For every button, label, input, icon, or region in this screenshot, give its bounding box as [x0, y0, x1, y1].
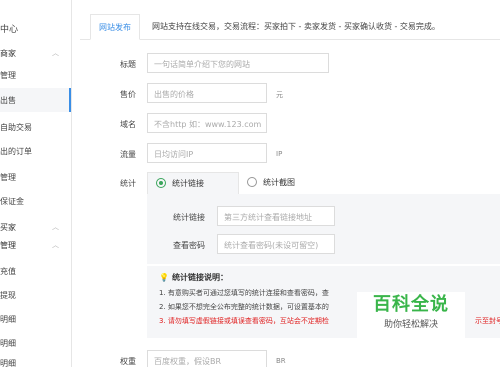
- sidebar-item-label: 充值: [0, 267, 16, 276]
- watermark-logo: 百科全说 助你轻松解决: [357, 292, 465, 344]
- help-title-row: 💡 统计链接说明：: [159, 272, 228, 283]
- chevron-up-icon: ︿: [52, 241, 59, 249]
- sidebar-item-sold-orders[interactable]: 出的订单: [0, 146, 71, 160]
- sidebar-item-label: 明细: [0, 315, 16, 324]
- sidebar-item-label: 自助交易: [0, 123, 32, 132]
- stats-screenshot-option-label: 统计截图: [263, 178, 295, 187]
- stats-screenshot-option[interactable]: 统计截图: [239, 172, 319, 194]
- lightbulb-icon: 💡: [159, 273, 169, 282]
- stats-panel: 统计链接 第三方统计查看链接地址 查看密码 统计查看密码(未设可留空): [147, 194, 500, 264]
- sidebar-group-label: 管理: [0, 241, 16, 250]
- price-unit: 元: [276, 91, 283, 99]
- weight-label: 权重: [120, 357, 136, 366]
- sidebar-item-deposit[interactable]: 保证金: [0, 196, 71, 210]
- stats-mode-tabs: 统计链接 统计截图: [147, 172, 500, 194]
- help-line-3-tail: 示至封号: [475, 317, 500, 325]
- weight-input[interactable]: 百度权重，假设BR: [147, 350, 267, 367]
- sidebar-group-manage[interactable]: 管理 ︿: [0, 240, 71, 254]
- sidebar-item-self-trade[interactable]: 自助交易: [0, 122, 71, 136]
- sidebar-item-label: 出售: [0, 96, 16, 105]
- traffic-unit: IP: [276, 150, 283, 158]
- sidebar-group-label: 买家: [0, 223, 16, 232]
- sidebar-item-sell[interactable]: 出售: [0, 88, 71, 112]
- stats-link-option-label: 统计链接: [172, 179, 204, 188]
- stats-password-input[interactable]: 统计查看密码(未设可留空): [217, 234, 335, 254]
- help-line-2: 2. 如果您不想完全公布完整的统计数据，可设置基本的: [159, 303, 329, 311]
- sidebar-item-recharge[interactable]: 充值: [0, 266, 71, 280]
- sidebar-item-label: 提现: [0, 291, 16, 300]
- sidebar-item-label: 管理: [0, 71, 16, 80]
- domain-input[interactable]: 不含http 如：www.123.com: [147, 113, 267, 133]
- tab-bar: 网站发布 网站支持在线交易，交易流程：买家拍下 - 卖家发货 - 买家确认收货 …: [80, 14, 500, 40]
- tab-publish-site[interactable]: 网站发布: [90, 14, 140, 40]
- help-line-1: 1. 有意购买者可通过您填写的统计连接和查看密码，查: [159, 289, 329, 297]
- watermark-subtitle: 助你轻松解决: [383, 320, 438, 330]
- radio-unchecked-icon: [247, 177, 257, 187]
- stats-link-input[interactable]: 第三方统计查看链接地址: [217, 206, 335, 226]
- stats-link-option[interactable]: 统计链接: [147, 172, 239, 194]
- sidebar-item-label: 保证金: [0, 197, 24, 206]
- sidebar-item-label: 明细: [0, 339, 16, 348]
- watermark-title: 百科全说: [373, 294, 449, 315]
- sidebar-item-withdraw[interactable]: 提现: [0, 290, 71, 304]
- sidebar-item-details-3[interactable]: 明细: [0, 358, 71, 367]
- domain-label: 域名: [120, 120, 136, 129]
- help-title: 统计链接说明：: [171, 273, 228, 282]
- chevron-up-icon: ︿: [52, 49, 59, 57]
- title-input[interactable]: 一句话简单介绍下您的网站: [147, 53, 329, 73]
- trade-notice: 网站支持在线交易，交易流程：买家拍下 - 卖家发货 - 买家确认收货 - 交易完…: [152, 22, 440, 31]
- stats-link-label: 统计链接: [173, 213, 205, 222]
- sidebar-item-manage[interactable]: 管理: [0, 70, 71, 84]
- sidebar-title: 中心: [0, 25, 19, 35]
- sidebar-group-label: 商家: [0, 49, 16, 58]
- sidebar-item-label: 出的订单: [0, 147, 32, 156]
- traffic-label: 流量: [120, 150, 136, 159]
- price-label: 售价: [120, 90, 136, 99]
- help-line-3: 3. 请勿填写虚假链接或填误查看密码，互站会不定期检: [159, 317, 329, 325]
- stats-label: 统计: [120, 179, 136, 188]
- sidebar-item-details[interactable]: 明细: [0, 314, 71, 328]
- sidebar-group-seller[interactable]: 商家 ︿: [0, 48, 71, 62]
- sidebar-item-label: 明细: [0, 359, 16, 367]
- weight-unit: BR: [276, 357, 286, 365]
- price-input[interactable]: 出售的价格: [147, 83, 267, 103]
- active-indicator: [69, 88, 71, 112]
- stats-password-label: 查看密码: [173, 241, 205, 250]
- sidebar-item-label: 管理: [0, 173, 16, 182]
- sidebar-group-buyer[interactable]: 买家 ︿: [0, 222, 71, 236]
- sidebar-item-details-2[interactable]: 明细: [0, 338, 71, 352]
- sidebar-item-manage-2[interactable]: 管理: [0, 172, 71, 186]
- chevron-up-icon: ︿: [52, 223, 59, 231]
- sidebar: 中心 商家 ︿ 管理 出售 自助交易 出的订单 管理 保证金 买家 ︿ 管理 ︿…: [0, 0, 72, 367]
- title-label: 标题: [120, 60, 136, 69]
- radio-checked-icon: [156, 178, 166, 188]
- traffic-input[interactable]: 日均访问IP: [147, 143, 267, 163]
